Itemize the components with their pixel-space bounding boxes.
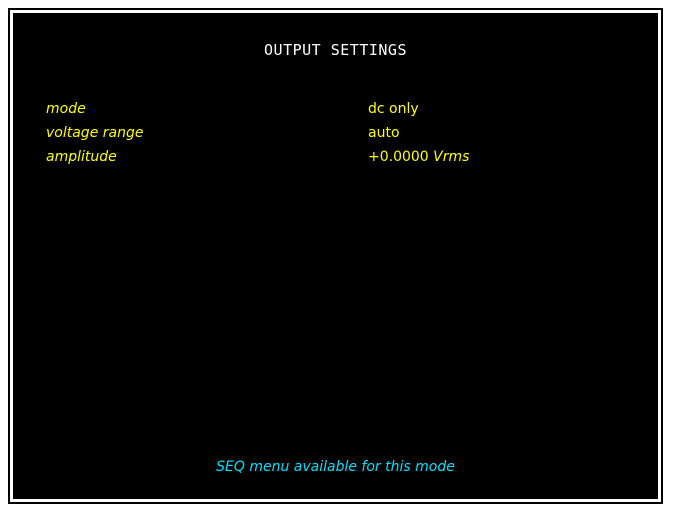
setting-value-mode[interactable]: dc only: [368, 101, 419, 117]
status-message: SEQ menu available for this mode: [216, 459, 455, 475]
setting-value-amplitude-number: +0.0000: [368, 149, 429, 165]
setting-value-voltage-range-text: auto: [368, 125, 400, 141]
setting-label-mode: mode: [46, 101, 86, 117]
setting-value-mode-text: dc only: [368, 101, 419, 117]
setting-value-amplitude[interactable]: +0.0000 Vrms: [368, 149, 469, 165]
settings-list: mode dc only voltage range auto amplitud…: [46, 101, 606, 173]
setting-value-amplitude-unit: Vrms: [433, 149, 470, 165]
instrument-display: OUTPUT SETTINGS mode dc only voltage ran…: [8, 8, 663, 504]
setting-label-amplitude: amplitude: [46, 149, 117, 165]
setting-label-voltage-range: voltage range: [46, 125, 144, 141]
setting-row-mode[interactable]: mode dc only: [46, 101, 606, 125]
screen-title: OUTPUT SETTINGS: [264, 41, 407, 59]
setting-value-voltage-range[interactable]: auto: [368, 125, 400, 141]
setting-row-voltage-range[interactable]: voltage range auto: [46, 125, 606, 149]
setting-row-amplitude[interactable]: amplitude +0.0000 Vrms: [46, 149, 606, 173]
